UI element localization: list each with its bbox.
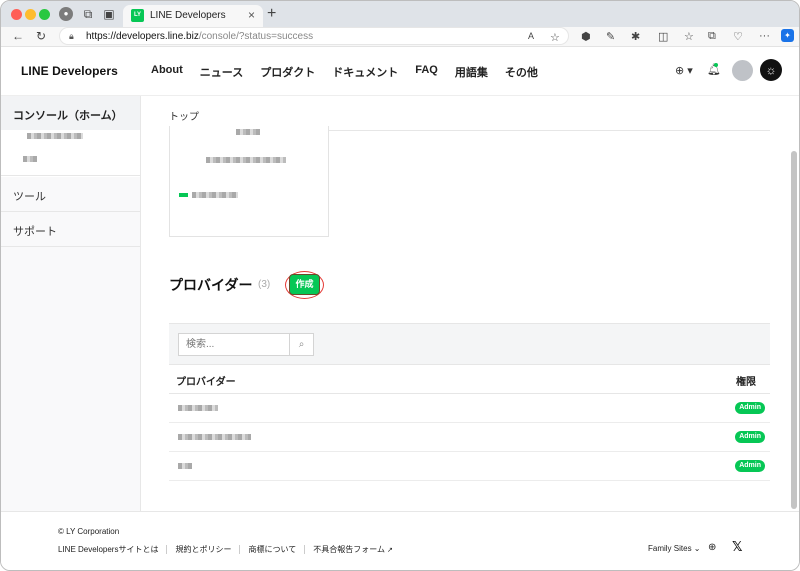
nav-glossary[interactable]: 用語集: [455, 64, 488, 80]
url-path: /console/?status=success: [198, 31, 314, 42]
nav-docs[interactable]: ドキュメント: [332, 64, 398, 80]
blurred-provider-name[interactable]: [178, 434, 251, 440]
divider: [239, 545, 241, 554]
blurred-text: [192, 192, 238, 198]
footer-link-trademarks[interactable]: 商標について: [248, 544, 296, 555]
line-icon[interactable]: ⊕: [708, 542, 716, 553]
blurred-provider-name[interactable]: [178, 405, 218, 411]
close-window-button[interactable]: [11, 9, 22, 20]
url-text: https://developers.line.biz/console/?sta…: [86, 31, 313, 42]
create-provider-button[interactable]: 作成: [289, 274, 320, 295]
channel-card[interactable]: [169, 126, 329, 237]
zoom-window-button[interactable]: [39, 9, 50, 20]
user-avatar[interactable]: [732, 60, 753, 81]
tab-title: LINE Developers: [150, 10, 226, 21]
column-header-provider[interactable]: プロバイダー: [176, 373, 236, 388]
main-nav: About ニュース プロダクト ドキュメント FAQ 用語集 その他: [151, 64, 555, 80]
sidebar-item-console-home[interactable]: コンソール（ホーム）: [1, 96, 140, 130]
site-header: LINE Developers About ニュース プロダクト ドキュメント …: [1, 48, 799, 96]
blurred-sidebar-item[interactable]: [23, 156, 37, 162]
divider: [166, 545, 168, 554]
copyright: © LY Corporation: [58, 527, 120, 536]
minimize-window-button[interactable]: [25, 9, 36, 20]
search-panel: ⌕: [169, 323, 770, 365]
language-globe-icon[interactable]: ⊕ ▾: [675, 64, 693, 77]
tab-line-developers[interactable]: LY LINE Developers ×: [123, 5, 263, 27]
new-tab-button[interactable]: +: [267, 5, 276, 23]
tab-actions-icon[interactable]: ▣: [102, 7, 116, 21]
nav-products[interactable]: プロダクト: [260, 64, 315, 80]
providers-count: (3): [258, 279, 271, 290]
page-scrollbar[interactable]: [791, 151, 797, 509]
address-bar[interactable]: 🔒︎ https://developers.line.biz/console/?…: [59, 27, 569, 45]
chevron-down-icon: ⌄: [693, 544, 701, 553]
tab-strip: ● ⧉ ▣ LY LINE Developers × +: [1, 1, 799, 27]
notification-dot: [714, 63, 718, 67]
providers-heading: プロバイダー: [169, 277, 253, 293]
refresh-icon[interactable]: ↻: [36, 29, 46, 43]
sidebar-item-tools[interactable]: ツール: [1, 177, 140, 212]
extension-shield-icon[interactable]: ⬢: [581, 30, 591, 43]
sidebar-item-label: ツール: [13, 191, 46, 203]
family-sites-label: Family Sites: [648, 544, 692, 553]
favorite-star-icon[interactable]: ☆: [550, 31, 560, 44]
column-header-role: 権限: [736, 377, 756, 388]
blurred-provider-name[interactable]: [178, 463, 192, 469]
blurred-sidebar-item[interactable]: [27, 133, 83, 139]
favorites-icon[interactable]: ☆: [684, 30, 694, 43]
split-screen-icon[interactable]: ◫: [658, 30, 668, 43]
sidebar-empty-area: [1, 247, 140, 511]
browser-essentials-icon[interactable]: ♡: [733, 30, 743, 43]
role-badge: Admin: [735, 431, 765, 443]
profile-icon[interactable]: ●: [59, 7, 73, 21]
sidebar-item-support[interactable]: サポート: [1, 212, 140, 247]
site-footer: © LY Corporation LINE Developersサイトとは 規約…: [1, 511, 799, 570]
site-logo[interactable]: LINE Developers: [21, 64, 118, 78]
back-icon[interactable]: ←: [12, 29, 24, 43]
more-menu-icon[interactable]: ···: [759, 30, 770, 42]
workspaces-icon[interactable]: ⧉: [81, 7, 95, 21]
x-twitter-icon[interactable]: 𝕏: [732, 539, 742, 555]
url-host: https://developers.line.biz: [86, 31, 199, 42]
role-badge: Admin: [735, 402, 765, 414]
blurred-text: [236, 129, 260, 135]
table-row[interactable]: Admin: [169, 452, 770, 481]
footer-link-bug-report[interactable]: 不具合報告フォーム: [313, 544, 385, 555]
browser-window: ● ⧉ ▣ LY LINE Developers × + ← ↻ 🔒︎ http…: [0, 0, 800, 571]
collections-icon[interactable]: ⧉: [708, 30, 716, 43]
lock-icon[interactable]: 🔒︎: [69, 31, 74, 42]
status-indicator: [179, 193, 188, 197]
footer-links: LINE Developersサイトとは 規約とポリシー 商標について 不具合報…: [58, 544, 393, 555]
theme-toggle-sun-icon[interactable]: ☼: [760, 59, 782, 81]
extension-pen-icon[interactable]: ✎: [606, 30, 615, 43]
provider-search-input[interactable]: [178, 333, 290, 356]
extensions-puzzle-icon[interactable]: ✱: [631, 30, 640, 43]
read-aloud-icon[interactable]: A: [528, 31, 534, 41]
search-icon[interactable]: ⌕: [289, 333, 314, 356]
sidebar-item-label: コンソール（ホーム）: [13, 110, 123, 122]
external-link-icon: ↗: [387, 546, 393, 554]
tab-close-icon[interactable]: ×: [248, 8, 255, 22]
copilot-icon[interactable]: ✦: [781, 29, 794, 42]
table-row[interactable]: Admin: [169, 423, 770, 452]
breadcrumb[interactable]: トップ: [169, 108, 199, 123]
blurred-text: [206, 157, 286, 163]
footer-link-about[interactable]: LINE Developersサイトとは: [58, 544, 158, 555]
sidebar: コンソール（ホーム） ツール サポート: [1, 96, 141, 511]
footer-link-terms[interactable]: 規約とポリシー: [175, 544, 231, 555]
sidebar-item-label: サポート: [13, 226, 57, 238]
browser-toolbar: ← ↻ 🔒︎ https://developers.line.biz/conso…: [1, 27, 799, 47]
nav-news[interactable]: ニュース: [200, 64, 243, 80]
divider: [304, 545, 306, 554]
sidebar-sub-items: [1, 130, 140, 176]
table-row[interactable]: Admin: [169, 394, 770, 423]
nav-about[interactable]: About: [151, 64, 183, 80]
family-sites-dropdown[interactable]: Family Sites ⌄: [648, 544, 701, 553]
nav-faq[interactable]: FAQ: [415, 64, 438, 80]
role-badge: Admin: [735, 460, 765, 472]
nav-more[interactable]: その他: [505, 64, 538, 80]
table-header: プロバイダー 権限: [169, 365, 770, 394]
line-favicon-icon: LY: [131, 9, 144, 22]
